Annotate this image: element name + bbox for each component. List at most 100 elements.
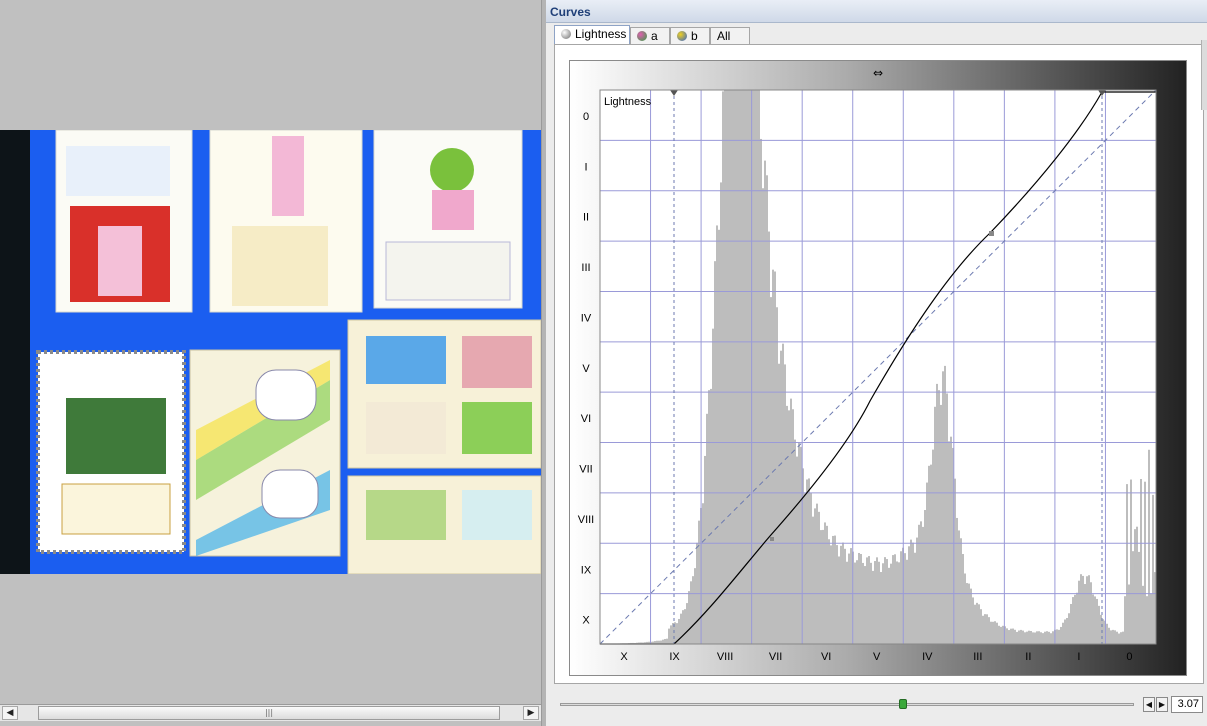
histogram-bar [962,554,964,644]
decrease-button[interactable]: ◀ [1143,697,1155,712]
scroll-right-button[interactable]: ▶ [523,706,539,720]
histogram-bar [918,524,920,644]
histogram-bar [1136,526,1138,644]
tab-all[interactable]: All [710,27,750,45]
increase-button[interactable]: ▶ [1156,697,1168,712]
histogram-bar [886,559,888,644]
vertical-scrollbar[interactable] [1201,40,1207,110]
gamma-value-field[interactable]: 3.07 [1171,696,1203,713]
histogram-bar [778,363,780,644]
channel-label: Lightness [604,96,652,108]
image-preview-pane: ◀ ||| ▶ [0,0,541,726]
histogram-bar [1112,629,1114,644]
gamma-slider-row: ◀ ▶ 3.07 [554,694,1204,716]
curve-graph[interactable]: ⇔ Lightness 0IIIIIIIVVVIVIIVIIIIXX X IX VI… [570,61,1186,675]
histogram-bar [754,90,756,644]
tab-b[interactable]: b [670,27,710,45]
curve-point[interactable] [989,231,994,236]
y-zone-label: III [581,262,590,274]
histogram-bar [762,188,764,644]
curve-editor[interactable]: ⇔ Lightness 0 I II III IV V VI VII VIII IX X X IX VI… [569,60,1187,676]
curve-point[interactable] [770,537,774,541]
histogram-bar [848,553,850,644]
histogram-bar [1046,631,1048,644]
histogram-bar [1122,631,1124,644]
arrow-right-icon: ▶ [527,708,535,718]
histogram-bar [1014,629,1016,644]
tab-label: Lightness [575,27,627,41]
histogram-bar [728,90,730,644]
slider-thumb[interactable] [899,699,908,709]
histogram-bar [774,271,776,644]
x-zone-label: II [1025,651,1031,663]
x-zone-labels: X IX VIII VII VI V IV III II I 0 [620,651,1132,663]
histogram-bar [666,638,668,644]
histogram-bar [836,545,838,644]
histogram-bar [930,464,932,644]
histogram-bar [1040,632,1042,644]
histogram-bar [1024,632,1026,644]
histogram-bar [770,297,772,644]
histogram-bar [1002,625,1004,644]
x-zone-label: X [620,651,628,663]
horizontal-scrollbar[interactable]: ◀ ||| ▶ [0,704,541,721]
resize-arrows-icon[interactable]: ⇔ [873,66,883,80]
histogram-bar [724,90,726,644]
histogram-bar [944,365,946,644]
histogram-bar [996,622,998,644]
histogram-bar [986,614,988,644]
histogram-bar [812,516,814,644]
scroll-left-button[interactable]: ◀ [2,706,18,720]
x-zone-label: I [1077,651,1080,663]
histogram-bar [1150,593,1152,644]
histogram-bar [1078,580,1080,644]
y-zone-labels: 0IIIIIIIVVVIVIIVIIIIXX [578,111,595,627]
histogram-bar [1062,622,1064,644]
y-zone-label: VI [581,413,591,425]
histogram-bar [938,390,940,644]
x-zone-label: VII [769,651,782,663]
histogram-bar [686,603,688,644]
histogram-bar [784,364,786,644]
histogram-bar [1120,632,1122,644]
histogram-bar [692,576,694,644]
panel-title: Curves [550,5,591,19]
histogram-bar [756,90,758,644]
histogram-bar [1026,631,1028,644]
tab-lightness[interactable]: Lightness [554,25,630,45]
histogram-bar [1092,594,1094,644]
histogram-bar [780,350,782,644]
histogram-bar [708,390,710,644]
y-zone-label: V [582,363,590,375]
histogram-bar [806,479,808,644]
lightness-channel-icon [561,29,571,39]
histogram-bar [988,617,990,644]
histogram-bar [1012,628,1014,644]
histogram-bar [948,441,950,644]
histogram-bar [1066,617,1068,644]
histogram-bar [1116,631,1118,644]
x-zone-label: IV [922,651,933,663]
x-zone-label: V [873,651,881,663]
gamma-slider[interactable] [560,699,1134,709]
histogram-bar [804,493,806,644]
histogram-bar [906,559,908,644]
y-zone-label: IX [581,564,592,576]
preview-photo [0,130,541,574]
histogram-bar [690,581,692,644]
histogram-bar [1138,551,1140,644]
histogram-bar [732,90,734,644]
histogram-bar [904,553,906,644]
histogram-bar [814,508,816,644]
histogram-bar [1022,630,1024,644]
tab-a[interactable]: a [630,27,670,45]
histogram-bar [1032,632,1034,644]
histogram-bar [704,455,706,644]
histogram-bar [994,621,996,644]
histogram-bar [922,526,924,644]
histogram-bar [982,615,984,644]
histogram-bar [1016,631,1018,644]
histogram-bar [876,557,878,644]
scrollbar-thumb[interactable]: ||| [38,706,500,720]
histogram-bar [914,552,916,644]
